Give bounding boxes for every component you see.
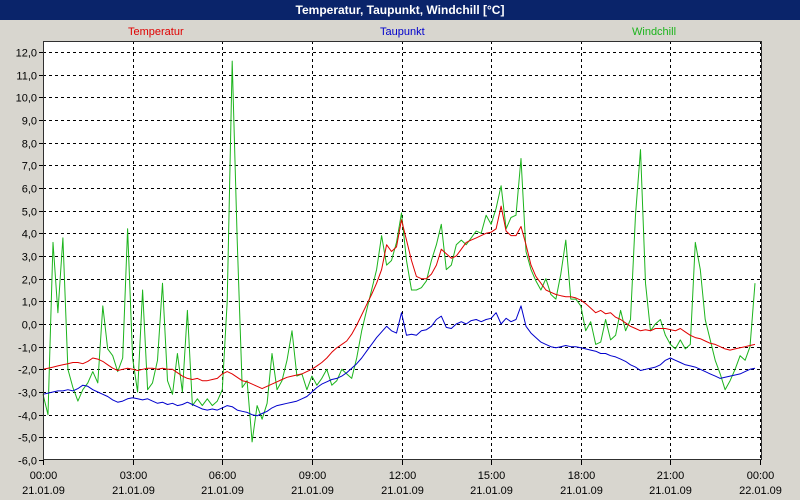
x-tick-date-label: 22.01.09 <box>739 485 782 497</box>
x-tick-date-label: 21.01.09 <box>470 485 513 497</box>
x-tick-date-label: 21.01.09 <box>649 485 692 497</box>
legend-windchill: Windchill <box>632 26 677 38</box>
x-tick-date-label: 21.01.09 <box>22 485 65 497</box>
y-tick-label: 8,0 <box>22 139 37 151</box>
x-tick-date-label: 21.01.09 <box>201 485 244 497</box>
y-tick-label: 0,0 <box>22 320 37 332</box>
y-tick-label: 6,0 <box>22 184 37 196</box>
x-tick-time-label: 18:00 <box>568 470 596 482</box>
y-tick-label: 7,0 <box>22 161 37 173</box>
y-tick-label: -4,0 <box>18 411 37 423</box>
x-tick-time-label: 06:00 <box>209 470 237 482</box>
y-tick-label: -1,0 <box>18 343 37 355</box>
x-tick-date-label: 21.01.09 <box>560 485 603 497</box>
x-tick-time-label: 09:00 <box>299 470 327 482</box>
legend-taupunkt: Taupunkt <box>380 26 425 38</box>
x-tick-time-label: 15:00 <box>478 470 506 482</box>
y-tick-label: 3,0 <box>22 252 37 264</box>
x-tick-time-label: 12:00 <box>389 470 417 482</box>
chart-plot: 12,0 11,0 10,0 9,0 8,0 7,0 6,0 5,0 4,0 3,0 2,0 1,0 0… <box>16 41 782 497</box>
chart-title: Temperatur, Taupunkt, Windchill [°C] <box>295 3 505 17</box>
y-tick-label: -3,0 <box>18 388 37 400</box>
y-tick-label: 10,0 <box>16 93 37 105</box>
y-tick-label: 5,0 <box>22 207 37 219</box>
x-tick-date-label: 21.01.09 <box>112 485 155 497</box>
x-tick-time-label: 00:00 <box>747 470 775 482</box>
y-tick-label: -6,0 <box>18 456 37 468</box>
y-tick-label: 11,0 <box>16 71 37 83</box>
x-tick-time-label: 03:00 <box>120 470 148 482</box>
y-tick-label: -2,0 <box>18 365 37 377</box>
x-tick-time-label: 00:00 <box>30 470 58 482</box>
title-bar: Temperatur, Taupunkt, Windchill [°C] <box>0 0 800 20</box>
y-axis: 12,0 11,0 10,0 9,0 8,0 7,0 6,0 5,0 4,0 3,0 2,0 1,0 0… <box>16 48 43 468</box>
y-tick-label: -5,0 <box>18 433 37 445</box>
y-tick-label: 4,0 <box>22 229 37 241</box>
y-tick-label: 2,0 <box>22 275 37 287</box>
legend-temperatur: Temperatur <box>128 26 184 38</box>
x-axis: 00:00 21.01.09 03:00 21.01.09 06:00 21.01.09 0… <box>22 460 782 497</box>
y-tick-label: 12,0 <box>16 48 37 60</box>
x-tick-date-label: 21.01.09 <box>381 485 424 497</box>
x-tick-time-label: 21:00 <box>657 470 685 482</box>
y-tick-label: 9,0 <box>22 116 37 128</box>
x-tick-date-label: 21.01.09 <box>291 485 334 497</box>
y-tick-label: 1,0 <box>22 297 37 309</box>
